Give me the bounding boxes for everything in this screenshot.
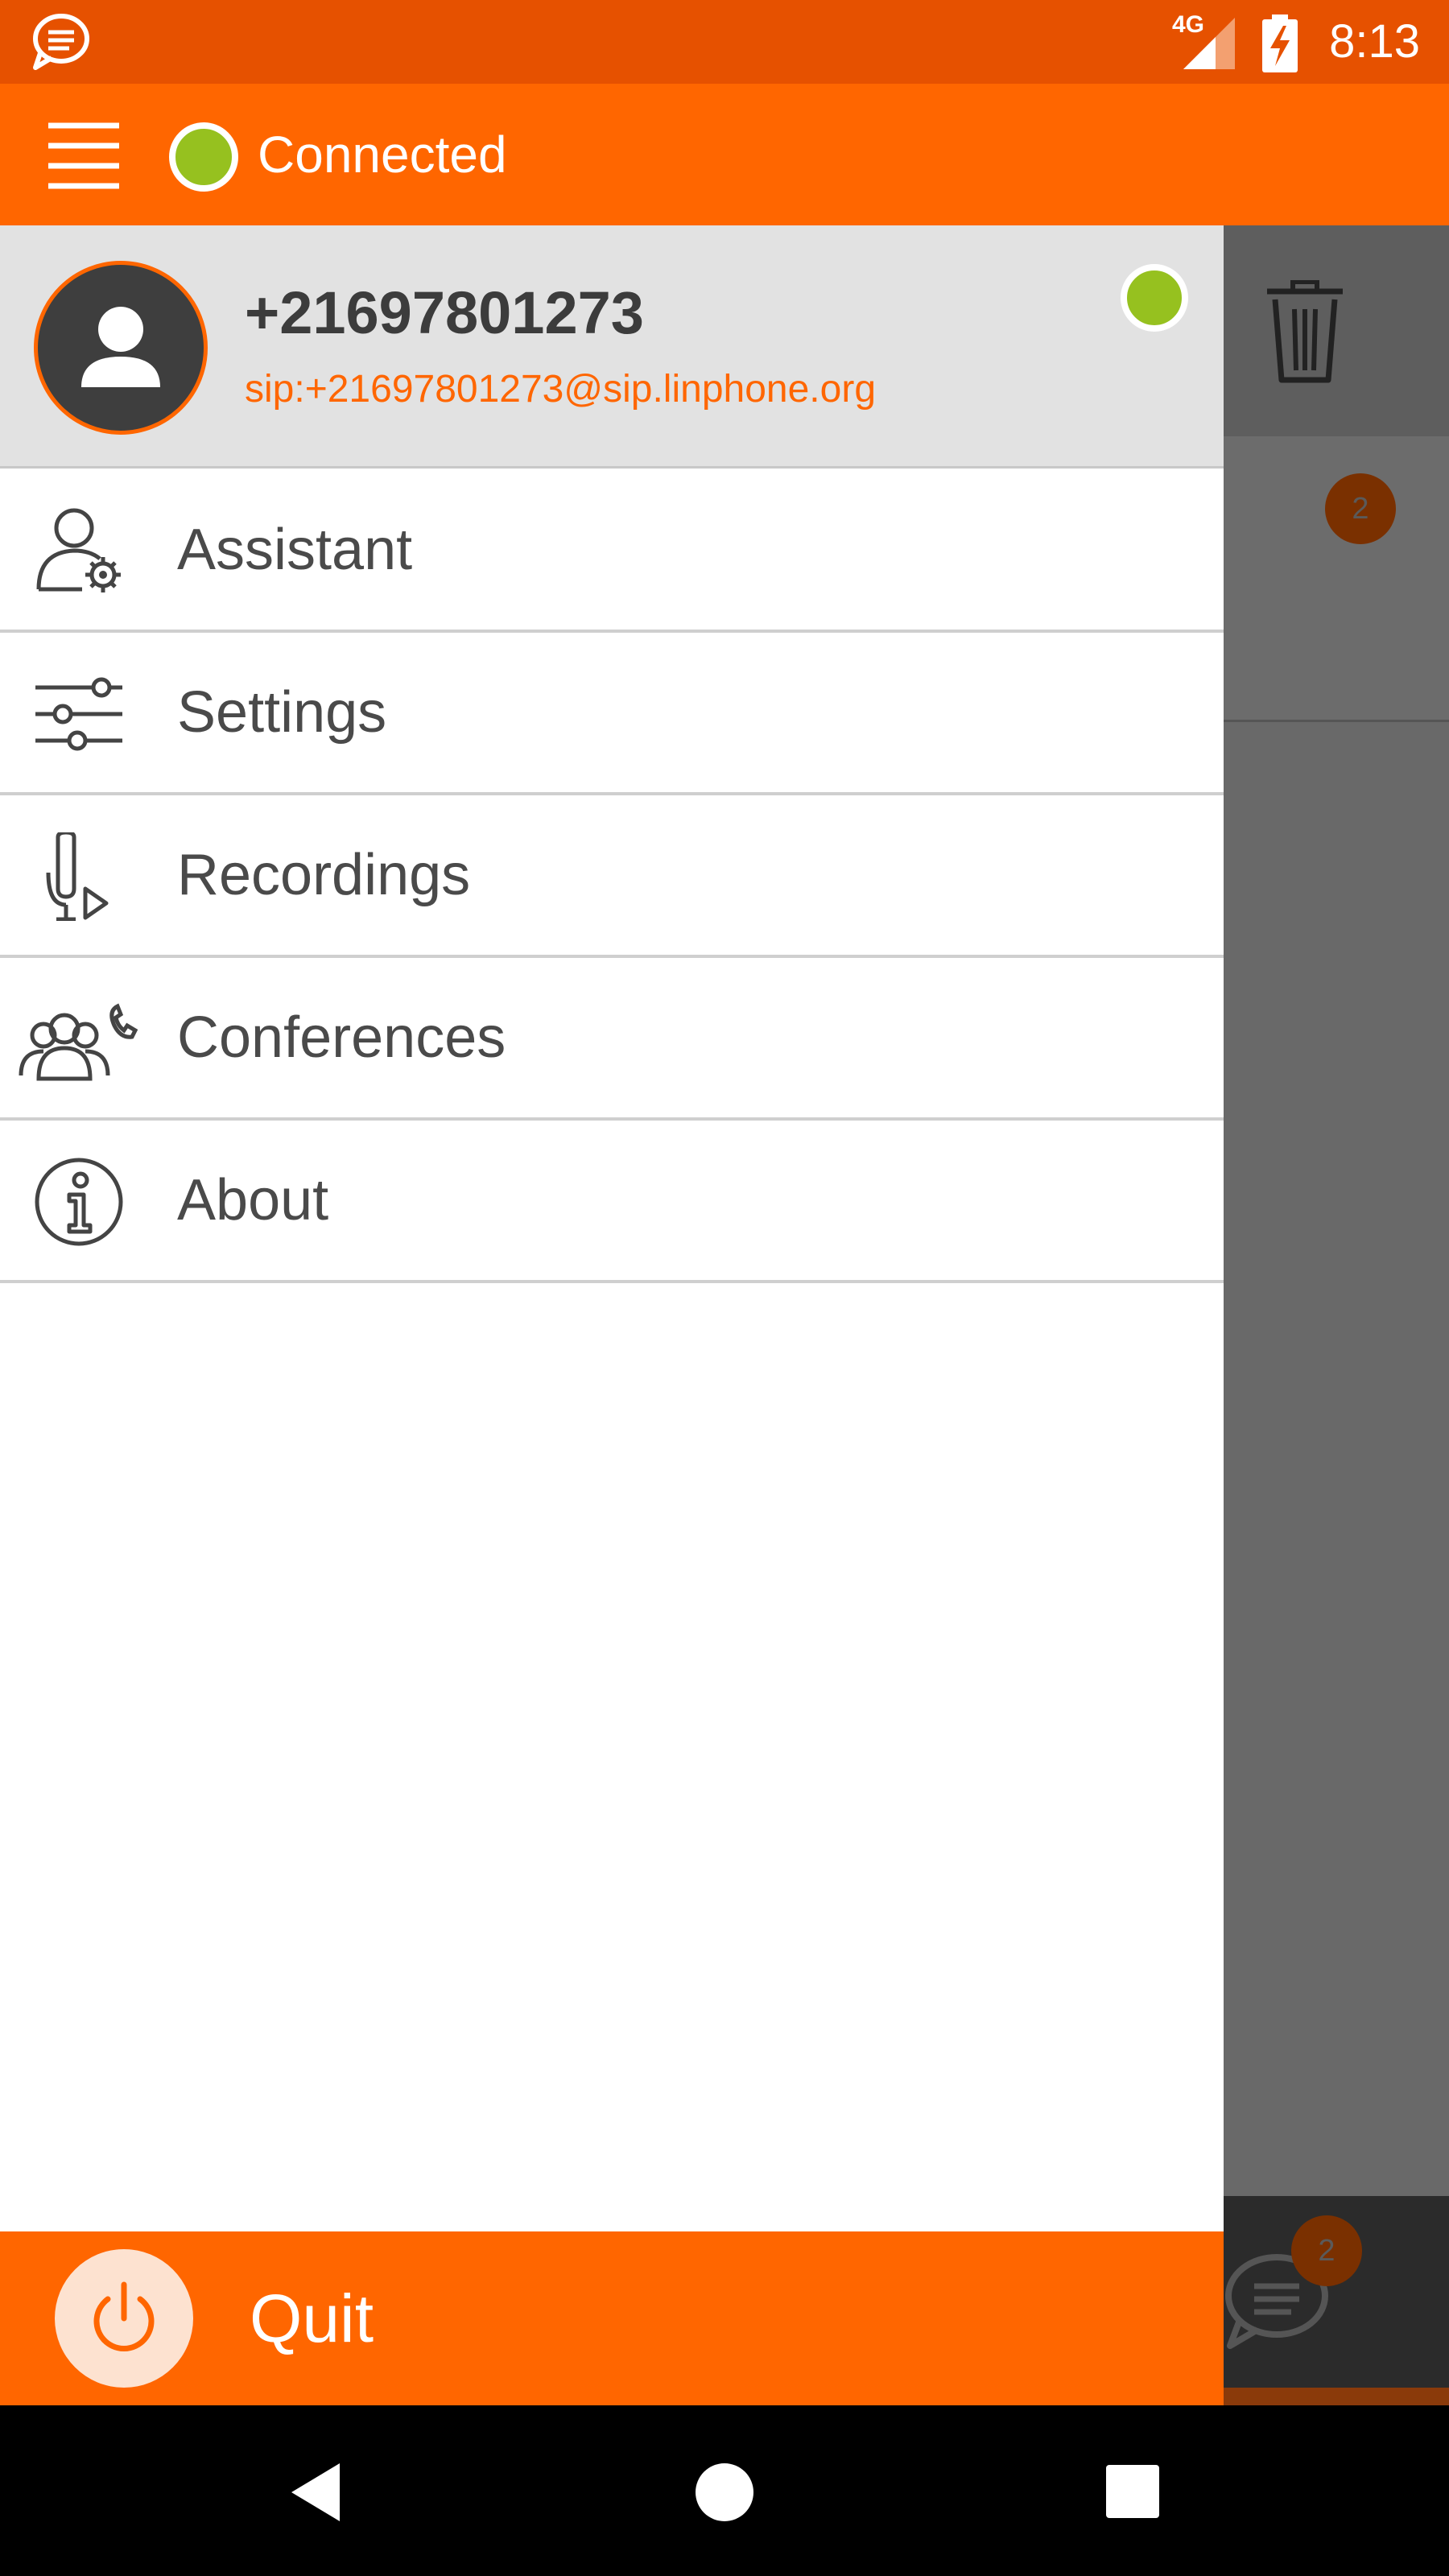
power-icon [93, 2281, 155, 2351]
menu-item-label: Conferences [177, 1005, 506, 1070]
back-icon[interactable] [288, 2462, 345, 2523]
menu-item-label: About [177, 1168, 329, 1232]
power-icon-wrapper [55, 2249, 193, 2388]
system-navigation-bar [0, 2405, 1449, 2576]
menu-item-label: Settings [177, 680, 387, 745]
presence-dot-icon [169, 122, 238, 192]
battery-charging-icon [1262, 14, 1298, 72]
background-toolbar [1224, 225, 1449, 436]
status-bar: 4G 8:13 [0, 0, 1449, 84]
avatar [34, 261, 208, 435]
account-sip-address: sip:+21697801273@sip.linphone.org [245, 368, 877, 411]
row-unread-badge: 2 [1325, 473, 1396, 544]
conferences-icon [19, 1003, 138, 1081]
assistant-icon [36, 508, 121, 592]
account-presence-icon [1121, 264, 1188, 332]
menu-item-assistant[interactable]: Assistant [0, 470, 1224, 633]
recents-icon[interactable] [1106, 2465, 1159, 2518]
user-avatar-icon [81, 307, 160, 387]
menu-icon[interactable] [47, 121, 121, 192]
menu-item-recordings[interactable]: Recordings [0, 795, 1224, 958]
menu-item-conferences[interactable]: Conferences [0, 958, 1224, 1121]
recordings-icon [46, 832, 109, 921]
background-bottom-bar: 2 [1224, 2196, 1449, 2405]
chat-unread-badge: 2 [1291, 2215, 1362, 2286]
account-header[interactable]: +21697801273 sip:+21697801273@sip.linpho… [0, 225, 1224, 469]
background-list-row: 2 [1224, 436, 1449, 722]
background-tab-indicator [1224, 2388, 1449, 2405]
menu-item-label: Assistant [177, 518, 413, 582]
quit-label: Quit [250, 2281, 374, 2356]
home-icon[interactable] [696, 2463, 753, 2521]
menu-item-about[interactable]: About [0, 1121, 1224, 1283]
settings-sliders-icon [35, 677, 122, 751]
menu-item-settings[interactable]: Settings [0, 633, 1224, 795]
trash-icon[interactable] [1261, 280, 1349, 385]
connection-status: Connected [258, 126, 507, 184]
signal-icon [1183, 18, 1235, 69]
quit-button[interactable]: Quit [0, 2231, 1224, 2405]
menu-item-label: Recordings [177, 843, 471, 907]
clock: 8:13 [1329, 15, 1420, 68]
chat-notification-icon [33, 14, 89, 70]
info-icon [35, 1158, 123, 1246]
app-bar: Connected [0, 84, 1449, 225]
account-display-name: +21697801273 [245, 279, 644, 346]
